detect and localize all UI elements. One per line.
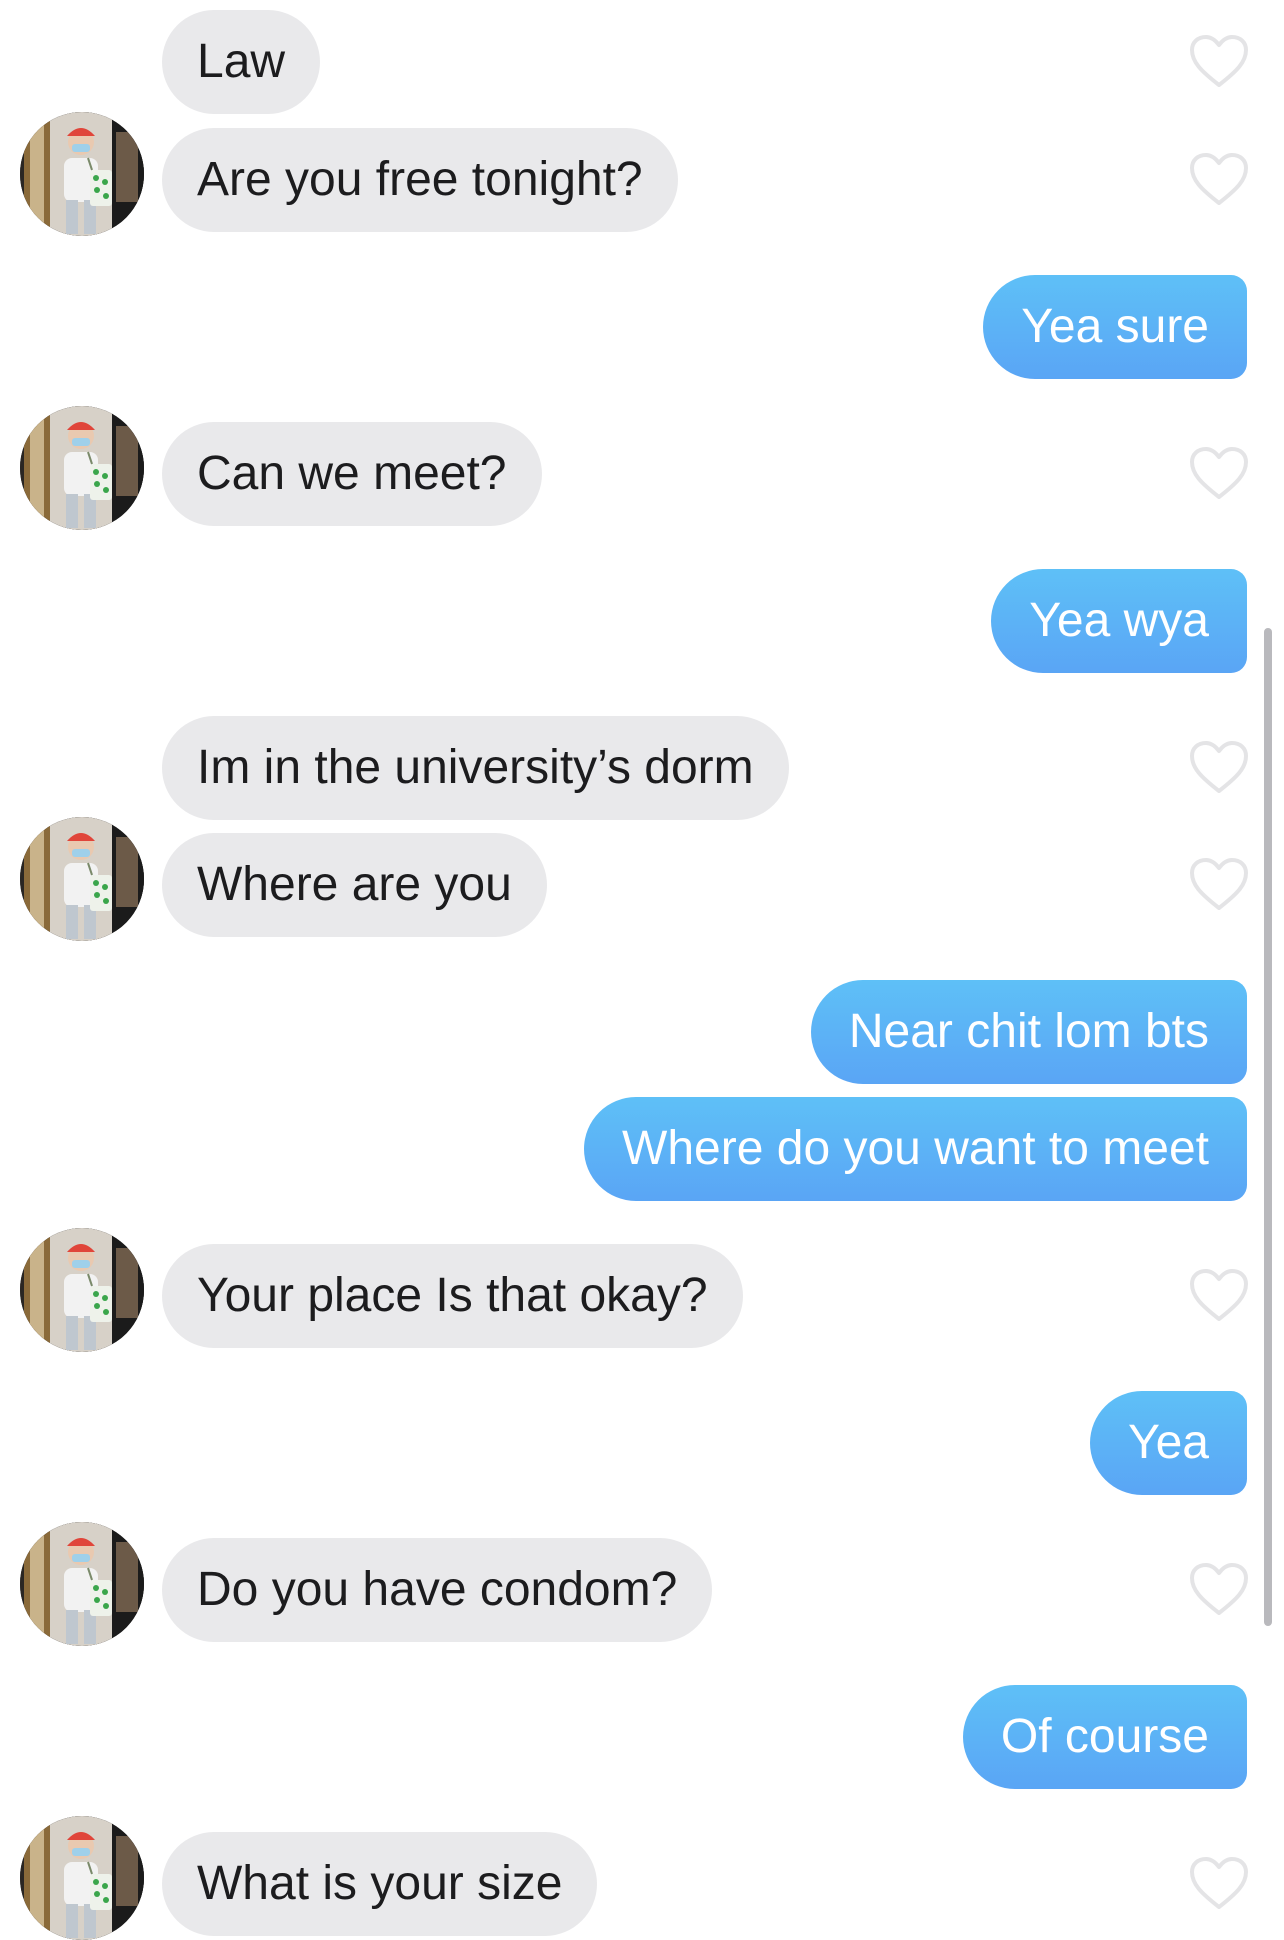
incoming-bubble[interactable]: Are you free tonight? <box>162 128 678 232</box>
incoming-bubble[interactable]: Where are you <box>162 833 547 937</box>
incoming-bubble[interactable]: Your place Is that okay? <box>162 1244 743 1348</box>
heart-outline-icon[interactable] <box>1189 153 1249 207</box>
avatar[interactable] <box>20 112 144 236</box>
outgoing-message: Where do you want to meet <box>0 1097 1284 1201</box>
incoming-bubble[interactable]: What is your size <box>162 1832 598 1936</box>
avatar[interactable] <box>20 1816 144 1940</box>
outgoing-message: Yea <box>0 1391 1284 1495</box>
message-thread[interactable]: Law Are you free tonight? Yea sure Can we m… <box>0 0 1284 1940</box>
heart-outline-icon[interactable] <box>1189 1269 1249 1323</box>
heart-outline-icon[interactable] <box>1189 741 1249 795</box>
heart-outline-icon[interactable] <box>1189 1857 1249 1911</box>
incoming-message: Law <box>0 10 1284 114</box>
outgoing-bubble[interactable]: Where do you want to meet <box>584 1097 1247 1201</box>
outgoing-message: Of course <box>0 1685 1284 1789</box>
heart-outline-icon[interactable] <box>1189 1563 1249 1617</box>
incoming-message: Im in the university’s dorm <box>0 716 1284 820</box>
outgoing-bubble[interactable]: Near chit lom bts <box>810 980 1247 1084</box>
incoming-bubble[interactable]: Do you have condom? <box>162 1538 713 1642</box>
incoming-message: Are you free tonight? <box>0 128 1284 232</box>
incoming-bubble[interactable]: Law <box>162 10 321 114</box>
incoming-message: Can we meet? <box>0 422 1284 526</box>
avatar[interactable] <box>20 817 144 941</box>
heart-outline-icon[interactable] <box>1189 447 1249 501</box>
heart-outline-icon[interactable] <box>1189 35 1249 89</box>
outgoing-bubble[interactable]: Yea sure <box>983 275 1247 379</box>
outgoing-bubble[interactable]: Of course <box>962 1685 1247 1789</box>
outgoing-message: Yea sure <box>0 275 1284 379</box>
incoming-bubble[interactable]: Im in the university’s dorm <box>162 716 789 820</box>
heart-outline-icon[interactable] <box>1189 858 1249 912</box>
outgoing-bubble[interactable]: Yea <box>1090 1391 1247 1495</box>
incoming-message: Your place Is that okay? <box>0 1244 1284 1348</box>
incoming-bubble[interactable]: Can we meet? <box>162 422 542 526</box>
outgoing-bubble[interactable]: Yea wya <box>991 569 1247 673</box>
incoming-message: Do you have condom? <box>0 1538 1284 1642</box>
incoming-message: What is your size <box>0 1832 1284 1936</box>
outgoing-message: Near chit lom bts <box>0 980 1284 1084</box>
avatar[interactable] <box>20 406 144 530</box>
avatar[interactable] <box>20 1228 144 1352</box>
outgoing-message: Yea wya <box>0 569 1284 673</box>
avatar[interactable] <box>20 1522 144 1646</box>
incoming-message: Where are you <box>0 833 1284 937</box>
